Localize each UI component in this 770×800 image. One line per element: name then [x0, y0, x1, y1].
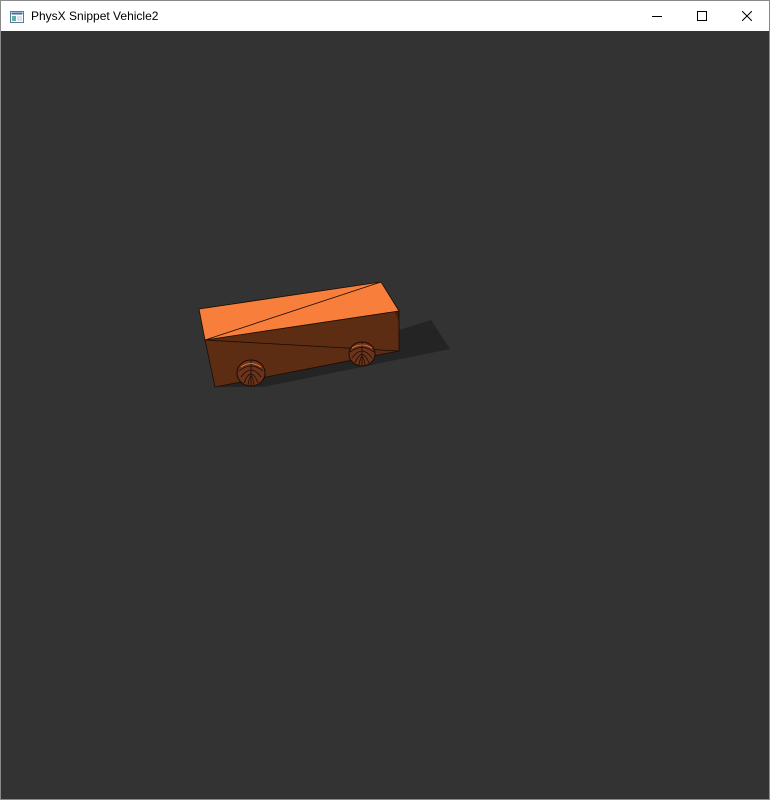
scene-canvas	[198, 281, 450, 388]
minimize-icon	[651, 16, 662, 17]
app-window: PhysX Snippet Vehicle2	[0, 0, 770, 800]
window-controls	[634, 1, 769, 31]
maximize-icon	[696, 11, 707, 21]
window-title: PhysX Snippet Vehicle2	[31, 9, 159, 23]
vehicle-wheel-rear	[236, 359, 266, 387]
title-bar[interactable]: PhysX Snippet Vehicle2	[1, 1, 769, 31]
vehicle-wheel-front	[348, 341, 376, 367]
app-window-icon	[10, 10, 24, 23]
render-viewport[interactable]	[1, 31, 769, 799]
close-button[interactable]	[724, 1, 769, 31]
maximize-button[interactable]	[679, 1, 724, 31]
close-icon	[741, 11, 752, 21]
minimize-button[interactable]	[634, 1, 679, 31]
